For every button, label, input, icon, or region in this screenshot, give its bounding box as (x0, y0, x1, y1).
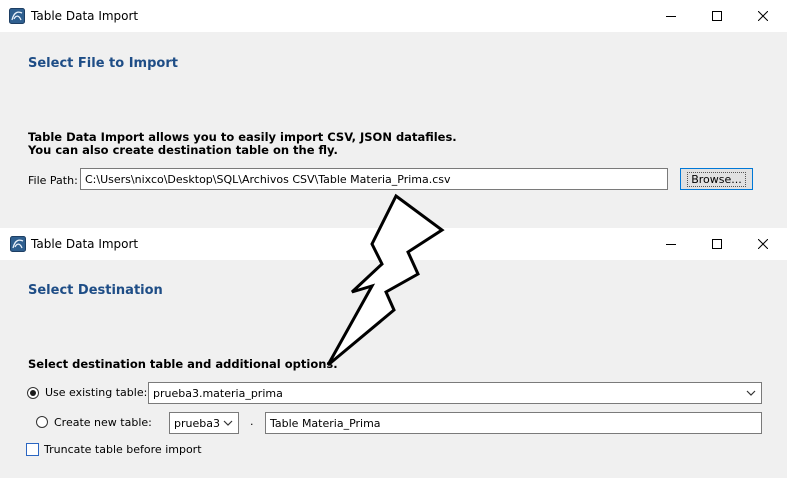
destination-window: Table Data Import Select Destination Sel… (0, 228, 787, 478)
title-bar[interactable]: Table Data Import (0, 228, 787, 260)
close-button[interactable] (740, 0, 786, 32)
maximize-button[interactable] (694, 0, 740, 32)
browse-button-label: Browse... (687, 171, 746, 187)
chevron-down-icon (746, 390, 756, 396)
minimize-button[interactable] (648, 228, 694, 260)
import-file-window: Table Data Import Select File to Import … (0, 0, 787, 228)
close-icon (758, 11, 768, 21)
minimize-icon (666, 16, 676, 17)
truncate-checkbox[interactable] (26, 443, 39, 456)
title-bar[interactable]: Table Data Import (0, 0, 787, 32)
browse-button[interactable]: Browse... (680, 168, 753, 190)
minimize-icon (666, 244, 676, 245)
chevron-down-icon (223, 420, 233, 426)
truncate-label[interactable]: Truncate table before import (44, 443, 202, 456)
use-existing-label[interactable]: Use existing table: (45, 386, 147, 399)
instruction-text: Select destination table and additional … (28, 357, 338, 371)
schema-dropdown[interactable]: prueba3 (169, 412, 239, 434)
maximize-icon (712, 11, 722, 21)
window-title: Table Data Import (31, 237, 139, 251)
radio-selected-dot (30, 390, 36, 396)
existing-table-value: prueba3.materia_prima (153, 386, 283, 400)
file-path-input[interactable]: C:\Users\nixco\Desktop\SQL\Archivos CSV\… (80, 168, 668, 190)
close-icon (758, 239, 768, 249)
description-line-2: You can also create destination table on… (28, 143, 338, 157)
schema-value: prueba3 (174, 416, 220, 430)
use-existing-radio[interactable] (27, 387, 39, 399)
create-new-label[interactable]: Create new table: (54, 416, 152, 429)
schema-table-separator: . (250, 415, 254, 428)
new-table-name-input[interactable]: Table Materia_Prima (265, 412, 762, 434)
create-new-radio[interactable] (36, 416, 48, 428)
minimize-button[interactable] (648, 0, 694, 32)
close-button[interactable] (740, 228, 786, 260)
window-title: Table Data Import (31, 9, 139, 23)
maximize-icon (712, 239, 722, 249)
existing-table-dropdown[interactable]: prueba3.materia_prima (148, 382, 762, 404)
mysql-workbench-icon (9, 8, 25, 24)
page-heading: Select File to Import (28, 56, 178, 71)
maximize-button[interactable] (694, 228, 740, 260)
mysql-workbench-icon (10, 236, 26, 252)
file-path-label: File Path: (28, 174, 78, 187)
page-heading: Select Destination (28, 283, 163, 298)
